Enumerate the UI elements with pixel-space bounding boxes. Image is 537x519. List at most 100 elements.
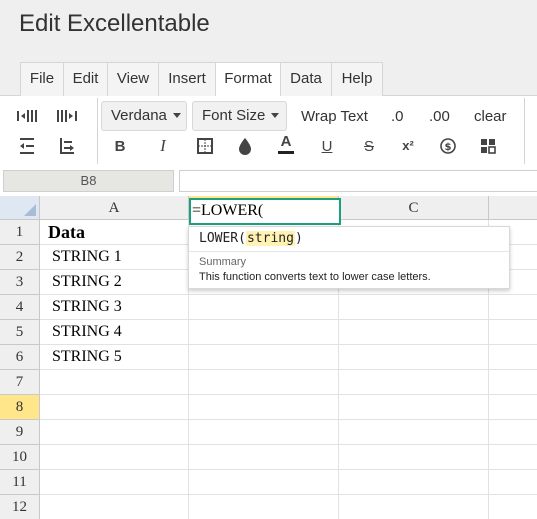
cell-b5[interactable]	[189, 320, 339, 345]
indent-decrease-icon[interactable]	[56, 105, 78, 127]
summary-label: Summary	[199, 256, 247, 268]
wrap-text-button[interactable]: Wrap Text	[301, 108, 368, 125]
cell-c7[interactable]	[339, 370, 489, 395]
close-paren: )	[294, 231, 303, 246]
title-bar: Edit Excellentable	[0, 0, 537, 62]
svg-text:$: $	[445, 142, 452, 153]
font-family-dropdown[interactable]: Verdana	[101, 101, 187, 131]
row-header-3[interactable]: 3	[0, 270, 40, 295]
align-left-icon[interactable]	[16, 135, 38, 157]
cell-c4[interactable]	[339, 295, 489, 320]
cell-b7[interactable]	[189, 370, 339, 395]
format-toolbar: Verdana Font Size Wrap Text .0 .00 clear…	[0, 96, 537, 168]
font-color-button[interactable]: A	[275, 133, 297, 155]
tab-data[interactable]: Data	[280, 62, 332, 96]
fill-color-icon[interactable]	[234, 135, 256, 157]
column-header-next[interactable]	[489, 196, 537, 220]
cell-a12[interactable]	[40, 495, 189, 519]
tab-edit[interactable]: Edit	[63, 62, 108, 96]
cell-a8[interactable]	[40, 395, 189, 420]
decrease-decimal-button[interactable]: .0	[391, 108, 404, 125]
row-header-4[interactable]: 4	[0, 295, 40, 320]
menu-bar: File Edit View Insert Format Data Help	[0, 62, 537, 97]
cell-a2[interactable]: STRING 1	[40, 245, 189, 270]
cell-c8[interactable]	[339, 395, 489, 420]
cell-b9[interactable]	[189, 420, 339, 445]
currency-icon[interactable]: $	[437, 135, 459, 157]
formula-input[interactable]	[179, 170, 537, 192]
tab-insert[interactable]: Insert	[158, 62, 216, 96]
cell-d4[interactable]	[489, 295, 537, 320]
cell-a9[interactable]	[40, 420, 189, 445]
cell-a4[interactable]: STRING 3	[40, 295, 189, 320]
row-header-2[interactable]: 2	[0, 245, 40, 270]
row-header-10[interactable]: 10	[0, 445, 40, 470]
tab-format[interactable]: Format	[215, 62, 281, 97]
cell-a7[interactable]	[40, 370, 189, 395]
align-right-icon[interactable]	[56, 135, 78, 157]
cell-b6[interactable]	[189, 345, 339, 370]
cell-d11[interactable]	[489, 470, 537, 495]
cell-c9[interactable]	[339, 420, 489, 445]
tab-view[interactable]: View	[107, 62, 159, 96]
cell-d6[interactable]	[489, 345, 537, 370]
function-autocomplete-popup[interactable]: LOWER(string) Summary This function conv…	[188, 226, 510, 289]
cell-a3[interactable]: STRING 2	[40, 270, 189, 295]
bold-button[interactable]: B	[109, 135, 131, 157]
open-paren: (	[238, 231, 246, 246]
cell-c5[interactable]	[339, 320, 489, 345]
cell-a11[interactable]	[40, 470, 189, 495]
cell-d12[interactable]	[489, 495, 537, 519]
row-header-8[interactable]: 8	[0, 395, 40, 420]
cell-reference-box[interactable]: B8	[3, 170, 174, 192]
cell-a1[interactable]: Data	[40, 220, 189, 245]
cell-d8[interactable]	[489, 395, 537, 420]
strikethrough-button[interactable]: S	[358, 135, 380, 157]
increase-decimal-button[interactable]: .00	[429, 108, 450, 125]
cell-b10[interactable]	[189, 445, 339, 470]
cell-a6[interactable]: STRING 5	[40, 345, 189, 370]
underline-button[interactable]: U	[316, 135, 338, 157]
cell-d9[interactable]	[489, 420, 537, 445]
cell-c10[interactable]	[339, 445, 489, 470]
cell-b11[interactable]	[189, 470, 339, 495]
select-all-triangle-icon	[24, 204, 36, 216]
clear-button[interactable]: clear	[474, 108, 507, 125]
cell-editor[interactable]: =LOWER(	[189, 198, 341, 225]
column-header-c[interactable]: C	[339, 196, 489, 220]
cell-b12[interactable]	[189, 495, 339, 519]
row-header-7[interactable]: 7	[0, 370, 40, 395]
cell-a5[interactable]: STRING 4	[40, 320, 189, 345]
select-all-corner[interactable]	[0, 196, 40, 220]
row-header-6[interactable]: 6	[0, 345, 40, 370]
italic-button[interactable]: I	[152, 135, 174, 157]
app-title: Edit Excellentable	[19, 10, 210, 37]
column-header-a[interactable]: A	[40, 196, 189, 220]
cell-d5[interactable]	[489, 320, 537, 345]
borders-icon[interactable]	[194, 135, 216, 157]
row-header-5[interactable]: 5	[0, 320, 40, 345]
indent-increase-icon[interactable]	[16, 105, 38, 127]
cell-c12[interactable]	[339, 495, 489, 519]
function-signature[interactable]: LOWER(string)	[199, 231, 303, 246]
font-size-dropdown[interactable]: Font Size	[192, 101, 287, 131]
tab-file[interactable]: File	[20, 62, 64, 96]
cell-b8[interactable]	[189, 395, 339, 420]
row-header-12[interactable]: 12	[0, 495, 40, 519]
cell-c11[interactable]	[339, 470, 489, 495]
function-argument: string	[245, 231, 295, 246]
tab-help[interactable]: Help	[331, 62, 383, 96]
summary-text: This function converts text to lower cas…	[199, 271, 431, 283]
cell-d10[interactable]	[489, 445, 537, 470]
cell-b4[interactable]	[189, 295, 339, 320]
row-header-1[interactable]: 1	[0, 220, 40, 245]
row-header-11[interactable]: 11	[0, 470, 40, 495]
superscript-button[interactable]: x²	[397, 134, 419, 156]
merge-cells-icon[interactable]	[477, 135, 499, 157]
toolbar-divider	[524, 98, 525, 164]
cell-c6[interactable]	[339, 345, 489, 370]
cell-d7[interactable]	[489, 370, 537, 395]
row-header-9[interactable]: 9	[0, 420, 40, 445]
cell-a10[interactable]	[40, 445, 189, 470]
chevron-down-icon	[172, 112, 181, 118]
